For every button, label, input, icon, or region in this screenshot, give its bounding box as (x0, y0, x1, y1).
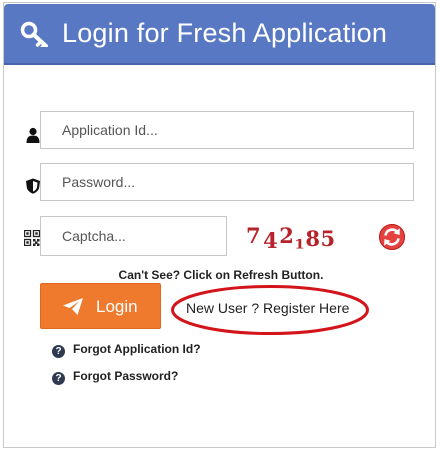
captcha-char: 5 (320, 226, 336, 251)
question-circle-icon: ? (52, 372, 65, 385)
captcha-char: 2 (279, 223, 295, 248)
captcha-char: 1 (294, 236, 306, 252)
password-input[interactable] (41, 164, 413, 200)
captcha-char: 8 (305, 226, 321, 251)
forgot-application-id-link[interactable]: ? Forgot Application Id? (52, 342, 201, 358)
forgot-password-label: Forgot Password? (73, 369, 179, 383)
forgot-application-id-label: Forgot Application Id? (73, 342, 201, 356)
captcha-char: 4 (263, 228, 279, 253)
password-field[interactable] (40, 163, 414, 201)
qr-code-icon (24, 230, 40, 246)
page-title: Login for Fresh Application (62, 18, 388, 48)
forgot-password-link[interactable]: ? Forgot Password? (52, 369, 178, 385)
user-icon (26, 127, 40, 143)
captcha-image: 742185 (246, 223, 336, 253)
captcha-field[interactable] (40, 216, 227, 256)
application-id-input[interactable] (41, 112, 413, 148)
captcha-char: 7 (246, 223, 262, 248)
refresh-hint: Can't See? Click on Refresh Button. (118, 268, 324, 282)
captcha-input[interactable] (41, 217, 226, 255)
shield-icon (26, 178, 40, 194)
application-id-field[interactable] (40, 111, 414, 149)
key-icon (20, 21, 48, 47)
login-header: Login for Fresh Application (4, 4, 435, 65)
question-circle-icon: ? (52, 345, 65, 358)
register-link[interactable]: New User ? Register Here (186, 300, 349, 316)
login-button-label: Login (96, 297, 138, 316)
login-button[interactable]: Login (40, 283, 161, 329)
refresh-icon[interactable] (378, 223, 406, 251)
paper-plane-icon (63, 298, 83, 315)
